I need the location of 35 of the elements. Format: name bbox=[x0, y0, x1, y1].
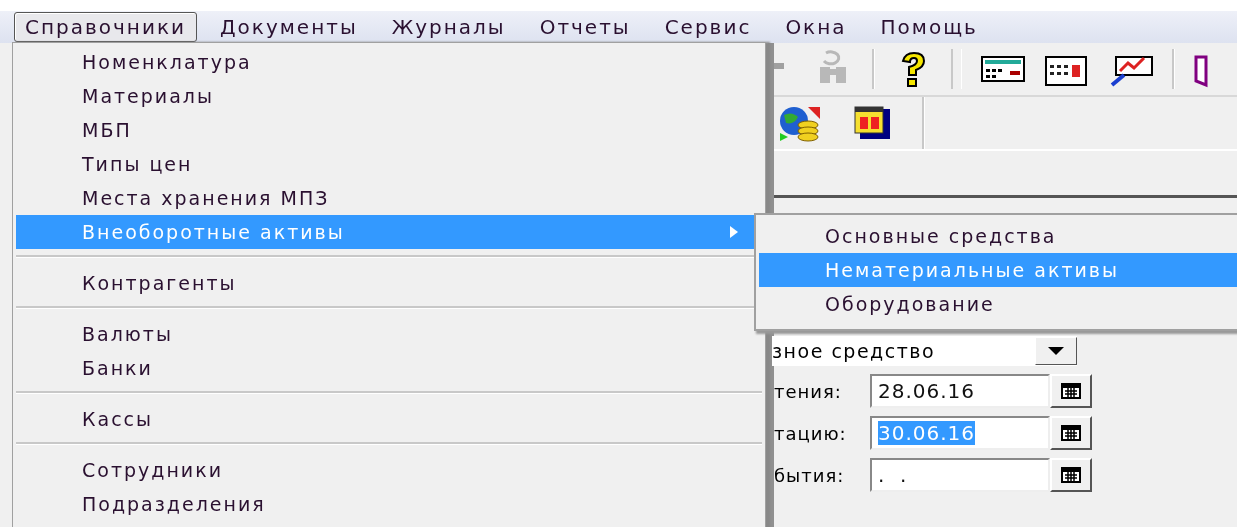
menu-item[interactable]: Сотрудники bbox=[16, 453, 762, 487]
menu-bar-item[interactable]: Сервис bbox=[653, 12, 763, 42]
menu-item[interactable]: Валюты bbox=[16, 317, 762, 351]
calendar-button[interactable] bbox=[1050, 458, 1092, 492]
calendar-icon bbox=[1061, 467, 1081, 483]
menu-bar-item[interactable]: Справочники bbox=[14, 12, 197, 42]
date-field[interactable]: 28.06.16 bbox=[870, 374, 1050, 408]
menu-item[interactable]: Типы цен bbox=[16, 147, 762, 181]
menu-item[interactable]: Подразделения bbox=[16, 487, 762, 521]
field-label: тацию: bbox=[774, 422, 848, 444]
menu-item[interactable]: Места хранения МПЗ bbox=[16, 181, 762, 215]
menu-bar-item[interactable]: Помощь bbox=[869, 12, 989, 42]
menu-item[interactable]: Кассы bbox=[16, 402, 762, 436]
toolbar-grip[interactable] bbox=[951, 49, 962, 89]
menu-item[interactable]: Оборудование bbox=[759, 287, 1237, 321]
menu-item[interactable]: Основные средства bbox=[759, 219, 1237, 253]
menu-item[interactable]: Номенклатура bbox=[16, 45, 762, 79]
menu-bar-item[interactable]: Окна bbox=[774, 12, 858, 42]
combo-value: зное средство bbox=[772, 340, 937, 362]
menu-item[interactable]: Материалы bbox=[16, 79, 762, 113]
field-label: тения: bbox=[774, 380, 843, 402]
menu-bar-item[interactable]: Журналы bbox=[380, 12, 517, 42]
menu-item[interactable]: Банки bbox=[16, 351, 762, 385]
menu-item[interactable]: МБП bbox=[16, 113, 762, 147]
date-field[interactable]: . . bbox=[870, 458, 1050, 492]
combo-box[interactable]: зное средство bbox=[772, 336, 1077, 366]
caret-icon bbox=[1048, 347, 1064, 355]
dropdown-button[interactable] bbox=[1035, 337, 1077, 365]
menu-bar-item[interactable]: Документы bbox=[209, 12, 369, 42]
calendar-button[interactable] bbox=[1050, 374, 1092, 408]
calendar-button[interactable] bbox=[1050, 416, 1092, 450]
calendar-icon bbox=[1061, 383, 1081, 399]
calendar-icon bbox=[1061, 425, 1081, 441]
menu-bar-item[interactable]: Отчеты bbox=[528, 12, 642, 42]
field-label: бытия: bbox=[774, 464, 846, 486]
